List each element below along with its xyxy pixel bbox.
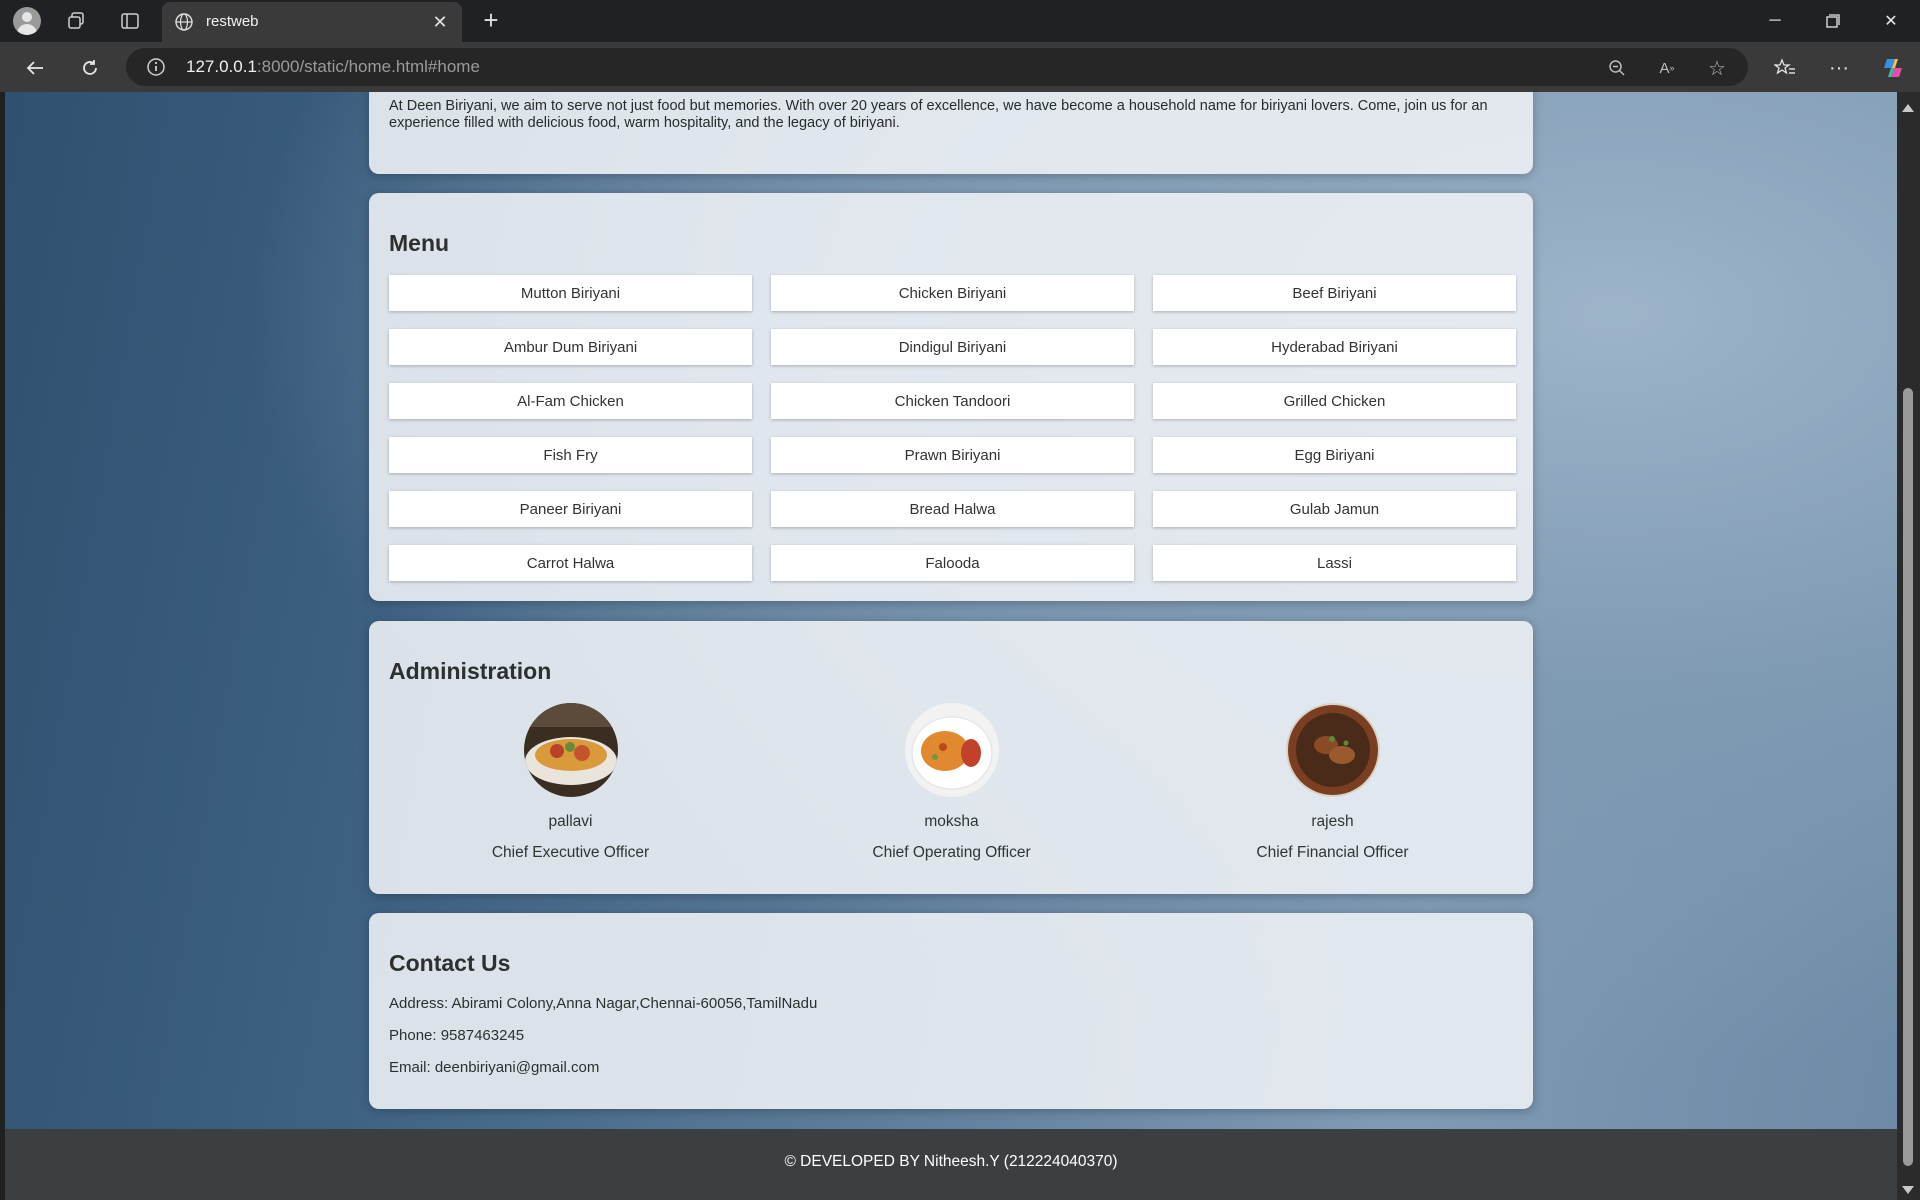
new-tab-button[interactable]: + bbox=[478, 7, 504, 34]
contact-section: Contact Us Address: Abirami Colony,Anna … bbox=[369, 913, 1533, 1109]
contact-email: Email: deenbiriyani@gmail.com bbox=[389, 1059, 600, 1076]
admin-name: pallavi bbox=[548, 813, 593, 830]
menu-item[interactable]: Fish Fry bbox=[389, 437, 752, 473]
menu-section: Menu Mutton Biriyani Chicken Biriyani Be… bbox=[369, 193, 1533, 601]
page-viewport: At Deen Biriyani, we aim to serve not ju… bbox=[5, 92, 1897, 1200]
favorite-star-icon[interactable]: ☆ bbox=[1706, 57, 1728, 80]
close-window-icon[interactable]: ✕ bbox=[1862, 0, 1920, 42]
administration-heading: Administration bbox=[389, 658, 552, 684]
about-text: At Deen Biriyani, we aim to serve not ju… bbox=[389, 98, 1488, 131]
globe-icon bbox=[175, 13, 193, 31]
menu-item[interactable]: Paneer Biriyani bbox=[389, 491, 752, 527]
avatar bbox=[523, 703, 618, 797]
copilot-icon[interactable] bbox=[1880, 55, 1906, 81]
about-section: At Deen Biriyani, we aim to serve not ju… bbox=[369, 92, 1533, 174]
scroll-up-icon[interactable] bbox=[1902, 104, 1914, 112]
menu-heading: Menu bbox=[389, 230, 450, 256]
menu-item[interactable]: Mutton Biriyani bbox=[389, 275, 752, 311]
menu-item[interactable]: Carrot Halwa bbox=[389, 545, 752, 581]
menu-item[interactable]: Chicken Tandoori bbox=[771, 383, 1134, 419]
read-aloud-icon[interactable]: A» bbox=[1656, 57, 1678, 79]
admin-name: moksha bbox=[924, 813, 979, 830]
page-scrollbar[interactable] bbox=[1897, 92, 1920, 1200]
minimize-icon[interactable]: ─ bbox=[1746, 0, 1804, 42]
zoom-out-icon[interactable] bbox=[1606, 57, 1628, 79]
menu-grid: Mutton Biriyani Chicken Biriyani Beef Bi… bbox=[389, 275, 1516, 581]
refresh-icon[interactable] bbox=[77, 55, 103, 81]
tab-restweb[interactable]: restweb ✕ bbox=[162, 2, 462, 42]
contact-heading: Contact Us bbox=[389, 950, 511, 976]
menu-item[interactable]: Beef Biriyani bbox=[1153, 275, 1516, 311]
menu-item[interactable]: Hyderabad Biriyani bbox=[1153, 329, 1516, 365]
page-footer: © DEVELOPED BY Nitheesh.Y (212224040370) bbox=[5, 1129, 1897, 1200]
close-tab-icon[interactable]: ✕ bbox=[428, 10, 452, 34]
menu-item[interactable]: Bread Halwa bbox=[771, 491, 1134, 527]
admin-name: rajesh bbox=[1311, 813, 1354, 830]
menu-item[interactable]: Dindigul Biriyani bbox=[771, 329, 1134, 365]
admin-card: pallavi Chief Executive Officer bbox=[389, 703, 752, 862]
admin-role: Chief Operating Officer bbox=[872, 844, 1031, 861]
site-info-icon[interactable] bbox=[146, 57, 166, 77]
admin-card: rajesh Chief Financial Officer bbox=[1151, 703, 1514, 862]
menu-item[interactable]: Falooda bbox=[771, 545, 1134, 581]
more-options-icon[interactable]: ··· bbox=[1826, 55, 1852, 81]
url-text: 127.0.0.1:8000/static/home.html#home bbox=[186, 57, 480, 76]
avatar bbox=[904, 703, 999, 797]
favorites-icon[interactable] bbox=[1772, 55, 1798, 81]
address-bar-row: 127.0.0.1:8000/static/home.html#home A» … bbox=[0, 42, 1920, 92]
menu-item[interactable]: Chicken Biriyani bbox=[771, 275, 1134, 311]
url-field[interactable]: 127.0.0.1:8000/static/home.html#home A» … bbox=[126, 48, 1748, 86]
contact-phone: Phone: 9587463245 bbox=[389, 1027, 525, 1044]
menu-item[interactable]: Lassi bbox=[1153, 545, 1516, 581]
menu-item[interactable]: Ambur Dum Biriyani bbox=[389, 329, 752, 365]
contact-address: Address: Abirami Colony,Anna Nagar,Chenn… bbox=[389, 995, 818, 1012]
profile-avatar-icon[interactable] bbox=[13, 7, 41, 35]
footer-text: © DEVELOPED BY Nitheesh.Y (212224040370) bbox=[784, 1153, 1118, 1170]
back-arrow-icon[interactable] bbox=[22, 55, 48, 81]
administration-section: Administration pallavi Chief Executive O… bbox=[369, 621, 1533, 894]
restore-icon[interactable] bbox=[1804, 0, 1862, 42]
vertical-tabs-icon[interactable] bbox=[118, 9, 142, 33]
menu-item[interactable]: Prawn Biriyani bbox=[771, 437, 1134, 473]
menu-item[interactable]: Gulab Jamun bbox=[1153, 491, 1516, 527]
admin-role: Chief Financial Officer bbox=[1256, 844, 1409, 861]
workspaces-icon[interactable] bbox=[65, 9, 89, 33]
scroll-down-icon[interactable] bbox=[1902, 1186, 1914, 1194]
menu-item[interactable]: Al-Fam Chicken bbox=[389, 383, 752, 419]
avatar bbox=[1285, 703, 1380, 797]
menu-item[interactable]: Egg Biriyani bbox=[1153, 437, 1516, 473]
admin-card: moksha Chief Operating Officer bbox=[770, 703, 1133, 862]
admin-role: Chief Executive Officer bbox=[491, 844, 650, 861]
menu-item[interactable]: Grilled Chicken bbox=[1153, 383, 1516, 419]
tab-title: restweb bbox=[206, 13, 259, 30]
browser-tab-bar: restweb ✕ + ─ ✕ bbox=[0, 0, 1920, 42]
scrollbar-thumb[interactable] bbox=[1903, 388, 1913, 1166]
